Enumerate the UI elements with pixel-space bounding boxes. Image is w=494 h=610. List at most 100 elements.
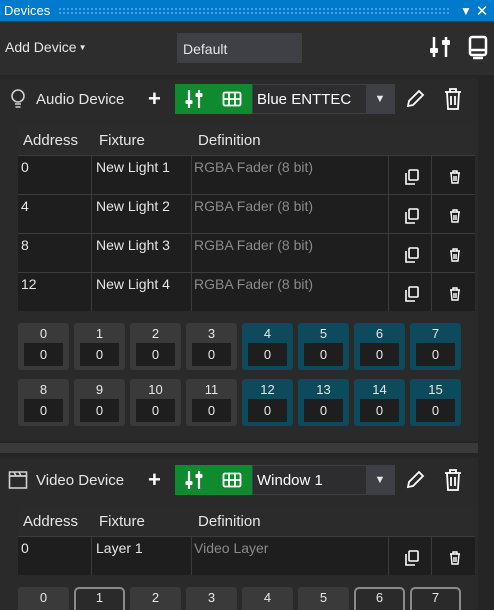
channel-cell[interactable]: 13 0: [298, 379, 349, 426]
trash-icon[interactable]: [442, 468, 464, 492]
delete-row-button[interactable]: [431, 537, 475, 575]
channel-cell[interactable]: 5: [298, 587, 349, 610]
vertical-scrollbar[interactable]: [478, 75, 494, 610]
address-cell[interactable]: 8: [18, 234, 91, 272]
channel-value-input[interactable]: 0: [248, 343, 287, 366]
add-fixture-icon[interactable]: +: [148, 86, 161, 112]
mixer-toggle-button[interactable]: [175, 465, 213, 495]
window-menu-icon[interactable]: ▼: [458, 4, 474, 18]
channel-cell[interactable]: 20: [130, 323, 181, 370]
table-row[interactable]: 0 New Light 1 RGBA Fader (8 bit): [18, 155, 475, 194]
mixer-toggle-button[interactable]: [175, 84, 213, 114]
output-select[interactable]: Blue ENTTEC ▼: [252, 84, 395, 114]
pencil-icon[interactable]: [404, 88, 426, 110]
channel-cell[interactable]: 40: [242, 323, 293, 370]
copy-icon: [404, 168, 419, 185]
duplicate-button[interactable]: [388, 195, 431, 233]
channel-value-input[interactable]: 0: [248, 399, 287, 422]
channel-value-input[interactable]: 0: [192, 343, 231, 366]
channel-value-input[interactable]: 0: [360, 343, 399, 366]
delete-row-button[interactable]: [431, 195, 475, 233]
add-fixture-icon[interactable]: +: [148, 467, 161, 493]
delete-row-button[interactable]: [431, 273, 475, 311]
output-select[interactable]: Window 1 ▼: [252, 465, 395, 495]
channel-cell[interactable]: 11 0: [186, 379, 237, 426]
duplicate-button[interactable]: [388, 234, 431, 272]
address-cell[interactable]: 0: [18, 537, 91, 575]
channel-cell[interactable]: 7: [410, 587, 461, 610]
channel-value-input[interactable]: 0: [416, 399, 455, 422]
fixture-cell[interactable]: New Light 3: [91, 234, 191, 272]
channel-cell[interactable]: 30: [186, 323, 237, 370]
channel-cell[interactable]: 10 0: [130, 379, 181, 426]
delete-row-button[interactable]: [431, 234, 475, 272]
channel-cell[interactable]: 14 0: [354, 379, 405, 426]
column-header: Address: [23, 513, 79, 530]
fixture-cell[interactable]: Layer 1: [91, 537, 191, 575]
channel-value-input[interactable]: 0: [136, 399, 175, 422]
channel-value-input[interactable]: 0: [416, 343, 455, 366]
channel-number: 0: [39, 590, 48, 605]
fixture-cell[interactable]: New Light 1: [91, 156, 191, 194]
project-name-field[interactable]: Default: [177, 33, 302, 63]
close-icon[interactable]: ✕: [474, 2, 490, 20]
channel-cell[interactable]: 00: [18, 323, 69, 370]
channel-cell[interactable]: 4: [242, 587, 293, 610]
column-header: Definition: [198, 132, 261, 149]
channel-cell[interactable]: 6: [354, 587, 405, 610]
channel-cell[interactable]: 60: [354, 323, 405, 370]
channel-value-input[interactable]: 0: [304, 343, 343, 366]
grid-icon: [222, 472, 242, 488]
channel-cell[interactable]: 3: [186, 587, 237, 610]
duplicate-button[interactable]: [388, 537, 431, 575]
channel-cell[interactable]: 90: [74, 379, 125, 426]
channel-value-input[interactable]: 0: [80, 343, 119, 366]
device-name[interactable]: Audio Device: [36, 91, 124, 108]
channel-cell[interactable]: 0: [18, 587, 69, 610]
window-title: Devices: [4, 3, 51, 18]
delete-row-button[interactable]: [431, 156, 475, 194]
table-row[interactable]: 4 New Light 2 RGBA Fader (8 bit): [18, 194, 475, 233]
channel-value-input[interactable]: 0: [24, 343, 63, 366]
channel-cell[interactable]: 10: [74, 323, 125, 370]
channel-number: 4: [263, 590, 272, 605]
duplicate-button[interactable]: [388, 156, 431, 194]
channel-value-input[interactable]: 0: [24, 399, 63, 422]
device-name[interactable]: Video Device: [36, 472, 124, 489]
channel-value-input[interactable]: 0: [192, 399, 231, 422]
grid-toggle-button[interactable]: [213, 84, 251, 114]
chevron-down-icon[interactable]: ▼: [366, 466, 394, 494]
add-device-button[interactable]: Add Device ▼: [5, 39, 87, 55]
channel-cell[interactable]: 2: [130, 587, 181, 610]
address-cell[interactable]: 4: [18, 195, 91, 233]
drag-grip[interactable]: [58, 7, 450, 14]
grid-toggle-button[interactable]: [213, 465, 251, 495]
channel-cell[interactable]: 1: [74, 587, 125, 610]
chevron-down-icon[interactable]: ▼: [366, 85, 394, 113]
table-row[interactable]: 12 New Light 4 RGBA Fader (8 bit): [18, 272, 475, 311]
pencil-icon[interactable]: [404, 469, 426, 491]
channel-value-input[interactable]: 0: [360, 399, 399, 422]
channel-cell[interactable]: 80: [18, 379, 69, 426]
channel-cell[interactable]: 50: [298, 323, 349, 370]
channel-value-input[interactable]: 0: [304, 399, 343, 422]
trash-icon[interactable]: [442, 87, 464, 111]
channel-value-input[interactable]: 0: [136, 343, 175, 366]
duplicate-button[interactable]: [388, 273, 431, 311]
fixture-cell[interactable]: New Light 4: [91, 273, 191, 311]
channel-cell[interactable]: 12 0: [242, 379, 293, 426]
table-row[interactable]: 0 Layer 1 Video Layer: [18, 536, 475, 575]
channel-value-input[interactable]: 0: [80, 399, 119, 422]
output-select-value: Window 1: [257, 472, 323, 489]
fixture-cell[interactable]: New Light 2: [91, 195, 191, 233]
address-cell[interactable]: 0: [18, 156, 91, 194]
layout-panel-icon[interactable]: [466, 34, 490, 60]
toolbar: Add Device ▼ Default: [0, 21, 494, 75]
channel-cell[interactable]: 70: [410, 323, 461, 370]
table-row[interactable]: 8 New Light 3 RGBA Fader (8 bit): [18, 233, 475, 272]
address-cell[interactable]: 12: [18, 273, 91, 311]
channel-cell[interactable]: 15 0: [410, 379, 461, 426]
mixer-icon[interactable]: [428, 34, 452, 60]
definition-cell: RGBA Fader (8 bit): [191, 195, 388, 233]
definition-cell: RGBA Fader (8 bit): [191, 234, 388, 272]
